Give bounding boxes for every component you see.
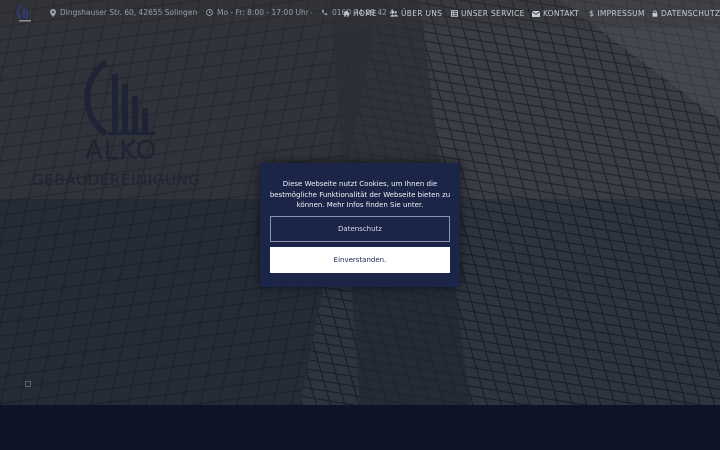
cookie-message: Diese Webseite nutzt Cookies, um Ihnen d… (269, 180, 451, 209)
footer-strip (0, 405, 720, 450)
nav-contact[interactable]: KONTAKT (532, 9, 579, 18)
map-pin-icon (50, 8, 56, 17)
lock-icon (652, 10, 658, 17)
nav-privacy-label[interactable]: DATENSCHUTZ (661, 9, 720, 18)
address-text: Dingshauser Str. 60, 42655 Solingen (60, 8, 198, 17)
logo-subtitle: GEBÄUDEREINIGUNG (32, 171, 201, 189)
dollar-icon: $ (589, 9, 595, 18)
nav-service[interactable]: UNSER SERVICE (451, 9, 525, 18)
nav-imprint-label[interactable]: IMPRESSUM (597, 9, 644, 18)
grid-icon (451, 10, 458, 17)
logo-title: ALKO (85, 136, 158, 166)
mini-logo-icon[interactable] (14, 3, 36, 25)
nav-about-label[interactable]: ÜBER UNS (401, 9, 442, 18)
separator: - (196, 8, 199, 17)
nav-contact-label[interactable]: KONTAKT (543, 9, 579, 18)
hours-info: Mo - Fr: 8:00 - 17:00 Uhr (206, 8, 309, 17)
accept-button[interactable]: Einverstanden. (270, 247, 450, 273)
phone-icon (321, 9, 328, 16)
nav-imprint[interactable]: $ IMPRESSUM (589, 9, 645, 18)
nav-privacy[interactable]: DATENSCHUTZ (652, 9, 720, 18)
address-info: Dingshauser Str. 60, 42655 Solingen (50, 8, 197, 17)
clock-icon (206, 9, 213, 16)
top-bar: Dingshauser Str. 60, 42655 Solingen - Mo… (0, 0, 720, 28)
nav-service-label[interactable]: UNSER SERVICE (461, 9, 525, 18)
home-icon (343, 10, 350, 17)
envelope-icon (532, 10, 540, 17)
privacy-button[interactable]: Datenschutz (270, 216, 450, 242)
slider-dot[interactable] (25, 381, 31, 387)
nav-home[interactable]: HOME (343, 9, 377, 18)
users-icon (390, 10, 398, 17)
hours-text: Mo - Fr: 8:00 - 17:00 Uhr (217, 8, 309, 17)
separator: - (310, 8, 313, 17)
nav-about[interactable]: ÜBER UNS (390, 9, 442, 18)
cookie-consent-dialog: Diese Webseite nutzt Cookies, um Ihnen d… (260, 163, 460, 287)
nav-home-label[interactable]: HOME (353, 9, 377, 18)
